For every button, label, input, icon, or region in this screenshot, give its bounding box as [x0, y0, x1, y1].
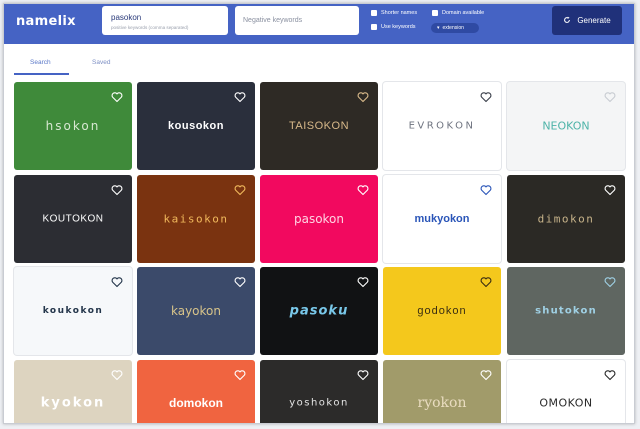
- heart-icon[interactable]: [480, 276, 492, 288]
- business-name-text: NEOKON: [542, 119, 590, 133]
- heart-icon[interactable]: [111, 369, 123, 381]
- business-name-text: pasoku: [289, 303, 349, 319]
- heart-icon[interactable]: [357, 276, 369, 288]
- name-card[interactable]: hsokon: [14, 82, 132, 170]
- heart-icon[interactable]: [480, 369, 492, 381]
- name-card[interactable]: pasokon: [260, 175, 378, 263]
- name-card[interactable]: OMOKON: [507, 360, 625, 423]
- heart-icon[interactable]: [111, 184, 123, 196]
- name-card[interactable]: kyokon: [14, 360, 132, 423]
- heart-icon[interactable]: [480, 91, 492, 103]
- business-name-text: kyokon: [40, 395, 106, 411]
- business-name-text: EVROKON: [408, 120, 476, 132]
- business-name-text: yoshokon: [289, 397, 349, 409]
- business-name-text: shutokon: [535, 305, 597, 317]
- business-name-text: mukyokon: [414, 213, 470, 225]
- business-name-text: kayokon: [170, 304, 221, 318]
- name-card[interactable]: kousokon: [137, 82, 255, 170]
- heart-icon[interactable]: [234, 276, 246, 288]
- business-name-text: godokon: [417, 305, 467, 317]
- business-name-text: TAISOKON: [288, 120, 350, 132]
- business-name-text: pasokon: [293, 212, 345, 226]
- business-name-text: hsokon: [45, 119, 101, 133]
- business-name-text: domokon: [169, 396, 223, 411]
- business-name-text: ryokon: [417, 395, 467, 412]
- name-card[interactable]: EVROKON: [383, 82, 501, 170]
- name-card[interactable]: NEOKON: [507, 82, 625, 170]
- heart-icon[interactable]: [604, 91, 616, 103]
- name-card[interactable]: dimokon: [507, 175, 625, 263]
- app-window: namelix pasokon positive keywords (comma…: [3, 3, 635, 424]
- name-card[interactable]: koukokon: [14, 267, 132, 355]
- heart-icon[interactable]: [357, 184, 369, 196]
- name-card[interactable]: kaisokon: [137, 175, 255, 263]
- heart-icon[interactable]: [234, 184, 246, 196]
- name-card[interactable]: KOUTOKON: [14, 175, 132, 263]
- heart-icon[interactable]: [234, 369, 246, 381]
- heart-icon[interactable]: [111, 91, 123, 103]
- name-card[interactable]: mukyokon: [383, 175, 501, 263]
- name-card[interactable]: kayokon: [137, 267, 255, 355]
- business-name-text: koukokon: [42, 306, 104, 316]
- business-name-text: KOUTOKON: [42, 213, 104, 225]
- name-card[interactable]: TAISOKON: [260, 82, 378, 170]
- business-name-text: dimokon: [537, 212, 595, 226]
- heart-icon[interactable]: [604, 369, 616, 381]
- heart-icon[interactable]: [604, 184, 616, 196]
- name-card[interactable]: shutokon: [507, 267, 625, 355]
- heart-icon[interactable]: [480, 184, 492, 196]
- name-card[interactable]: godokon: [383, 267, 501, 355]
- heart-icon[interactable]: [357, 369, 369, 381]
- name-results-grid: hsokon kousokon TAISOKON EVROKON NEOKON KOUTO…: [4, 4, 634, 423]
- heart-icon[interactable]: [357, 91, 369, 103]
- name-card[interactable]: pasoku: [260, 267, 378, 355]
- business-name-text: kaisokon: [163, 212, 229, 226]
- heart-icon[interactable]: [604, 276, 616, 288]
- name-card[interactable]: yoshokon: [260, 360, 378, 423]
- business-name-text: kousokon: [168, 120, 224, 132]
- heart-icon[interactable]: [234, 91, 246, 103]
- name-card[interactable]: domokon: [137, 360, 255, 423]
- heart-icon[interactable]: [111, 276, 123, 288]
- business-name-text: OMOKON: [539, 396, 593, 410]
- name-card[interactable]: ryokon: [383, 360, 501, 423]
